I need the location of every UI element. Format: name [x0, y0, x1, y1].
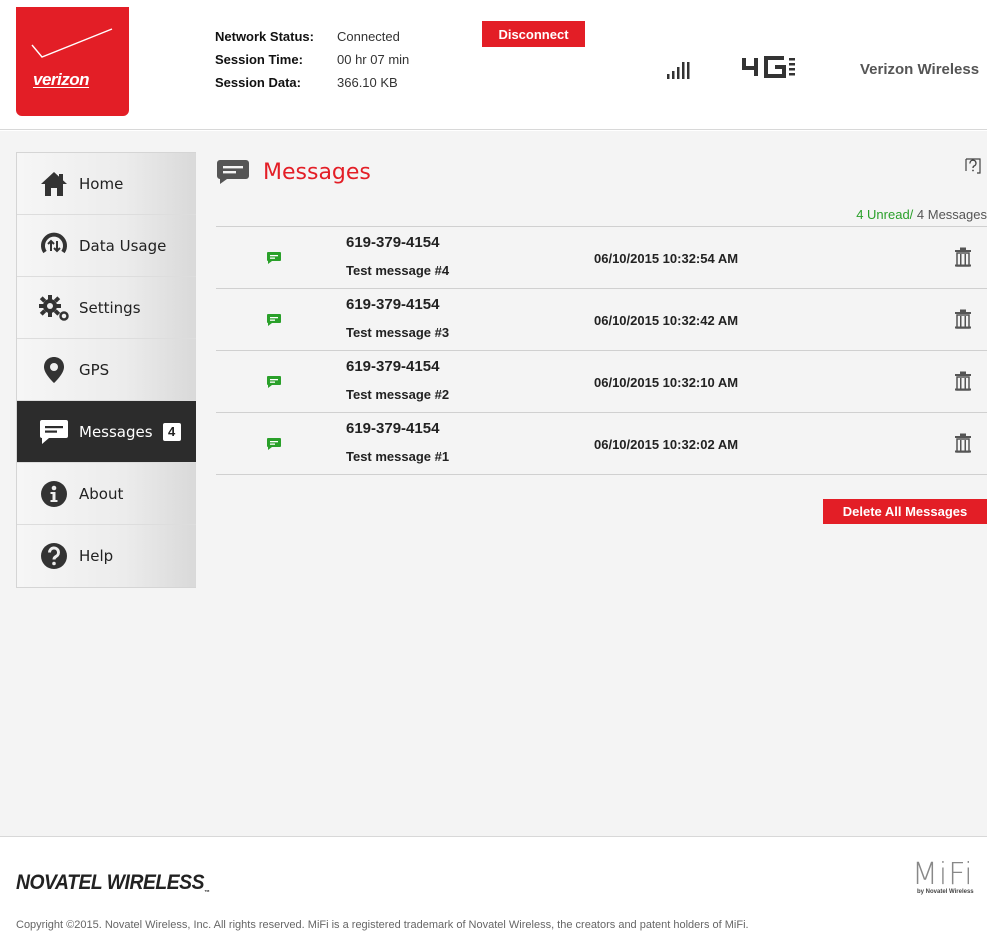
gear-icon [31, 288, 77, 328]
verizon-logo[interactable]: verizon [16, 7, 129, 116]
signal-strength-icon [667, 62, 690, 79]
carrier-name: Verizon Wireless [860, 61, 980, 78]
sidebar-item-messages[interactable]: Messages 4 [17, 401, 196, 463]
status-row-network: Network Status: Connected [215, 25, 409, 48]
delete-all-messages-button[interactable]: Delete All Messages [823, 499, 987, 524]
message-date: 06/10/2015 10:32:54 AM [594, 251, 739, 266]
sender-number: 619-379-4154 [346, 234, 440, 251]
mifi-byline: by Novatel Wireless [917, 889, 974, 895]
status-label: Network Status: [215, 29, 314, 44]
status-label: Session Data: [215, 75, 301, 90]
status-row-time: Session Time: 00 hr 07 min [215, 48, 409, 71]
message-row[interactable]: 619-379-4154 Test message #2 06/10/2015 … [216, 351, 987, 413]
sidebar-item-help[interactable]: Help [17, 525, 196, 587]
status-value: 00 hr 07 min [337, 52, 410, 67]
footer-brand: NOVATEL WIRELESS [16, 871, 205, 894]
message-text: Test message #2 [346, 387, 450, 402]
map-pin-icon [31, 350, 77, 390]
message-date: 06/10/2015 10:32:42 AM [594, 313, 739, 328]
message-date: 06/10/2015 10:32:10 AM [594, 375, 739, 390]
novatel-wireless-logo: NOVATEL WIRELESS™ [16, 871, 209, 896]
unread-message-icon [267, 376, 281, 388]
sidebar-item-label: Settings [79, 298, 141, 317]
unread-count-badge: 4 [162, 422, 181, 441]
trademark-mark: ™ [204, 890, 210, 897]
sidebar-item-gps[interactable]: GPS [17, 339, 196, 401]
sidebar-item-home[interactable]: Home [17, 153, 196, 215]
sender-number: 619-379-4154 [346, 420, 440, 437]
page-header: Messages [216, 159, 371, 185]
home-icon [31, 164, 77, 204]
data-usage-icon [31, 226, 77, 266]
messages-panel: Messages 4 Unread/ 4 Messages 619-379-41… [216, 131, 987, 836]
status-value: Connected [337, 29, 400, 44]
sidebar-item-about[interactable]: About [17, 463, 196, 525]
network-type-4g-lte-icon [742, 56, 808, 83]
trash-icon[interactable] [954, 371, 972, 391]
sidebar-item-label: About [79, 484, 124, 503]
sender-number: 619-379-4154 [346, 358, 440, 375]
unread-message-icon [267, 314, 281, 326]
sidebar-item-settings[interactable]: Settings [17, 277, 196, 339]
status-value: 366.10 KB [337, 75, 398, 90]
verizon-check-icon [31, 28, 113, 58]
brand-name: verizon [33, 70, 90, 89]
disconnect-button[interactable]: Disconnect [482, 21, 585, 47]
page-title: Messages [263, 159, 371, 185]
sidebar-nav: Home Data Usage Settings GPS Messages 4 … [16, 152, 196, 588]
message-row[interactable]: 619-379-4154 Test message #4 06/10/2015 … [216, 227, 987, 289]
session-status: Network Status: Connected Session Time: … [215, 25, 409, 94]
mifi-product: MiFi [912, 857, 974, 892]
unread-message-icon [267, 252, 281, 264]
message-row[interactable]: 619-379-4154 Test message #1 06/10/2015 … [216, 413, 987, 475]
message-counts: 4 Unread/ 4 Messages [856, 207, 987, 222]
message-text: Test message #3 [346, 325, 450, 340]
message-text: Test message #4 [346, 263, 450, 278]
trash-icon[interactable] [954, 433, 972, 453]
trash-icon[interactable] [954, 309, 972, 329]
help-icon[interactable] [964, 157, 982, 175]
message-text: Test message #1 [346, 449, 450, 464]
total-count: 4 Messages [913, 207, 987, 222]
trash-icon[interactable] [954, 247, 972, 267]
footer: NOVATEL WIRELESS™ MiFi by Novatel Wirele… [0, 836, 987, 934]
message-icon [31, 412, 77, 452]
status-label: Session Time: [215, 52, 303, 67]
message-date: 06/10/2015 10:32:02 AM [594, 437, 739, 452]
sidebar-item-label: Home [79, 174, 124, 193]
sidebar-item-label: GPS [79, 360, 110, 379]
sidebar-item-label: Help [79, 547, 114, 565]
sender-number: 619-379-4154 [346, 296, 440, 313]
unread-count: 4 Unread/ [856, 207, 914, 222]
sidebar-item-label: Messages [79, 422, 153, 441]
mifi-logo: MiFi by Novatel Wireless [912, 857, 974, 896]
header: verizon Network Status: Connected Sessio… [0, 0, 987, 130]
copyright-text: Copyright ©2015. Novatel Wireless, Inc. … [16, 919, 749, 931]
sidebar-item-label: Data Usage [79, 236, 167, 255]
main-area: Home Data Usage Settings GPS Messages 4 … [0, 131, 987, 836]
unread-message-icon [267, 438, 281, 450]
message-list: 619-379-4154 Test message #4 06/10/2015 … [216, 226, 987, 475]
info-icon [31, 474, 77, 514]
message-icon [217, 160, 249, 184]
sidebar-item-data-usage[interactable]: Data Usage [17, 215, 196, 277]
question-icon [31, 536, 77, 576]
status-row-data: Session Data: 366.10 KB [215, 71, 409, 94]
message-row[interactable]: 619-379-4154 Test message #3 06/10/2015 … [216, 289, 987, 351]
